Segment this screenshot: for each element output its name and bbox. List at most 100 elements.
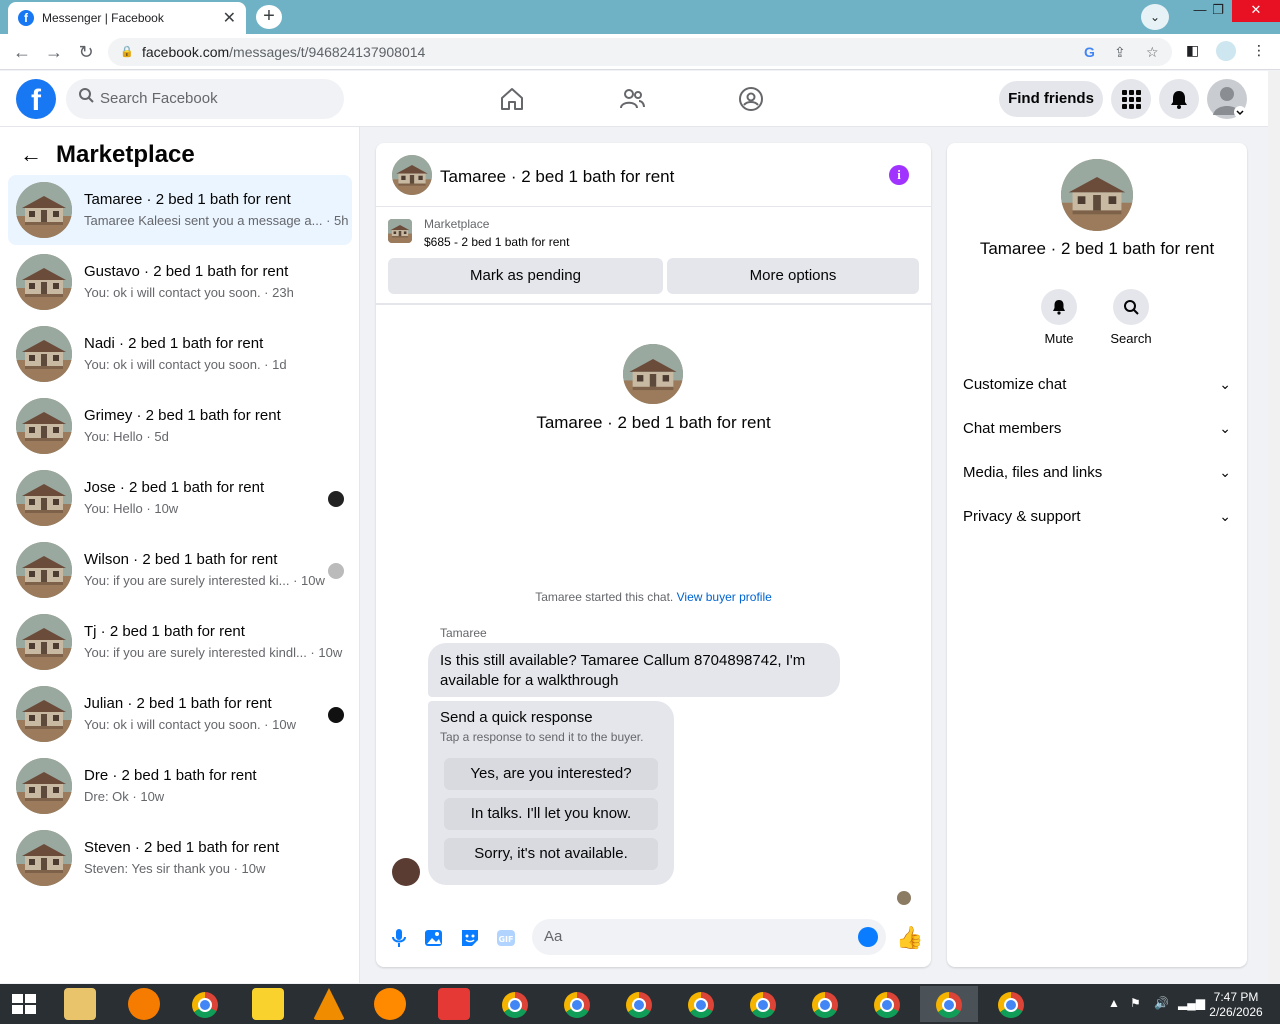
conversation-item[interactable]: Grimey · 2 bed 1 bath for rent You: Hello… [8,391,352,461]
search-in-chat-button[interactable]: Search [1101,289,1161,346]
search-input[interactable]: Search Facebook [66,79,344,119]
address-bar[interactable]: 🔒 facebook.com/messages/t/94682413790801… [108,38,1172,66]
chrome-taskbar-icon[interactable] [610,986,668,1022]
google-lens-icon[interactable]: G [1084,38,1095,66]
chat-title[interactable]: Tamaree · 2 bed 1 bath for rent [440,167,674,187]
uc-browser-icon[interactable] [374,988,406,1020]
windows-start-icon[interactable] [12,994,36,1014]
search-placeholder: Search Facebook [100,90,218,107]
close-tab-icon[interactable]: ✕ [223,8,236,28]
listing-price[interactable]: $685 - 2 bed 1 bath for rent [424,235,569,249]
chrome-taskbar-icon[interactable] [920,986,978,1022]
search-icon [1124,300,1139,315]
menu-grid-button[interactable] [1111,79,1151,119]
conversation-info-panel: Tamaree · 2 bed 1 bath for rent Mute Sea… [947,143,1247,967]
forward-button[interactable]: → [40,38,68,66]
file-explorer-icon[interactable] [64,988,96,1020]
facebook-logo-icon[interactable]: f [16,79,56,119]
view-buyer-profile-link[interactable]: View buyer profile [677,590,772,604]
conversation-name: Julian · 2 bed 1 bath for rent [84,695,272,712]
message-bubble[interactable]: Is this still available? Tamaree Callum … [428,643,840,697]
conversation-item[interactable]: Steven · 2 bed 1 bath for rent Steven: Ye… [8,823,352,893]
close-window-button[interactable]: ✕ [1232,0,1280,22]
chrome-taskbar-icon[interactable] [734,986,792,1022]
tray-arrow-icon[interactable]: ▲ [1108,996,1120,1010]
find-friends-button[interactable]: Find friends [999,81,1103,117]
notifications-button[interactable] [1159,79,1199,119]
chrome-taskbar-icon[interactable] [176,986,234,1022]
browser-tab[interactable]: f Messenger | Facebook ✕ [8,2,246,34]
chrome-taskbar-icon[interactable] [982,986,1040,1022]
info-icon[interactable]: i [889,165,909,185]
side-panel-icon[interactable]: ◧ [1186,42,1199,59]
chrome-taskbar-icon[interactable] [858,986,916,1022]
emoji-icon[interactable] [858,927,878,947]
profile-icon[interactable] [1216,41,1236,61]
chevron-down-icon: ⌄ [1219,420,1231,436]
sender-name: Tamaree [440,626,487,640]
lock-icon: 🔒 [120,46,134,58]
friends-icon[interactable] [618,85,646,113]
privacy-support-row[interactable]: Privacy & support ⌄ [963,508,1231,532]
menu-dots-icon[interactable]: ⋮ [1252,42,1266,59]
customize-chat-row[interactable]: Customize chat ⌄ [963,376,1231,400]
conversation-item[interactable]: Tamaree · 2 bed 1 bath for rent Tamaree K… [8,175,352,245]
gif-icon[interactable]: GIF [495,927,517,949]
chrome-taskbar-icon[interactable] [672,986,730,1022]
conversation-item[interactable]: Jose · 2 bed 1 bath for rent You: Hello ·… [8,463,352,533]
mark-pending-button[interactable]: Mark as pending [388,258,663,294]
firefox-icon[interactable] [128,988,160,1020]
conversation-item[interactable]: Julian · 2 bed 1 bath for rent You: ok i … [8,679,352,749]
back-arrow-icon[interactable]: ← [20,142,42,168]
media-files-links-row[interactable]: Media, files and links ⌄ [963,464,1231,488]
volume-icon[interactable]: 🔊 [1154,996,1169,1010]
microphone-icon[interactable] [388,927,410,949]
conversation-item[interactable]: Tj · 2 bed 1 bath for rent You: if you ar… [8,607,352,677]
listing-thumbnail[interactable] [392,155,432,195]
taskbar-clock[interactable]: 7:47 PM 2/26/2026 [1206,990,1266,1020]
chrome-icon [998,992,1024,1018]
info-thumbnail[interactable] [1061,159,1133,231]
bookmark-star-icon[interactable]: ☆ [1146,38,1159,66]
conversation-item[interactable]: Gustavo · 2 bed 1 bath for rent You: ok i… [8,247,352,317]
player-icon[interactable] [252,988,284,1020]
tab-search-button[interactable]: ⌄ [1141,4,1169,30]
more-options-button[interactable]: More options [667,258,919,294]
network-warning-icon[interactable]: ⚑ [1130,996,1141,1010]
sticker-icon[interactable] [459,927,481,949]
conversation-item[interactable]: Dre · 2 bed 1 bath for rent Dre: Ok · 10w [8,751,352,821]
message-input[interactable]: Aa [532,919,886,955]
conversation-item[interactable]: Wilson · 2 bed 1 bath for rent You: if yo… [8,535,352,605]
vlc-icon[interactable] [313,988,345,1020]
page-scrollbar[interactable] [1268,71,1280,983]
account-avatar[interactable] [1207,79,1247,119]
search-label: Search [1110,331,1152,346]
signal-icon[interactable]: ▂▄▆ [1178,996,1205,1010]
thumbs-up-icon[interactable]: 👍 [896,925,923,951]
home-icon[interactable] [498,85,526,113]
photo-icon[interactable] [423,927,445,949]
groups-icon[interactable] [737,85,765,113]
chrome-taskbar-icon[interactable] [486,986,544,1022]
quick-response-button[interactable]: Sorry, it's not available. [444,838,658,870]
chat-members-row[interactable]: Chat members ⌄ [963,420,1231,444]
conversation-item[interactable]: Nadi · 2 bed 1 bath for rent You: ok i wi… [8,319,352,389]
reload-button[interactable]: ↻ [72,38,100,66]
chrome-taskbar-icon[interactable] [548,986,606,1022]
wps-office-icon[interactable] [438,988,470,1020]
new-tab-button[interactable]: + [256,5,282,29]
back-button[interactable]: ← [8,38,36,66]
mute-button[interactable]: Mute [1029,289,1089,346]
sidebar-header: ← Marketplace [20,141,195,169]
intro-title: Tamaree · 2 bed 1 bath for rent [536,413,771,432]
listing-small-thumbnail[interactable] [388,219,412,243]
conversation-preview: You: Hello · 5d [84,429,169,444]
conversation-preview: You: if you are surely interested kindl.… [84,645,343,660]
share-icon[interactable]: ⇪ [1114,38,1126,66]
listing-banner: Marketplace $685 - 2 bed 1 bath for rent… [376,207,931,305]
conversation-name: Nadi · 2 bed 1 bath for rent [84,335,264,352]
buyer-avatar[interactable] [392,858,420,886]
chrome-taskbar-icon[interactable] [796,986,854,1022]
quick-response-button[interactable]: Yes, are you interested? [444,758,658,790]
quick-response-button[interactable]: In talks. I'll let you know. [444,798,658,830]
